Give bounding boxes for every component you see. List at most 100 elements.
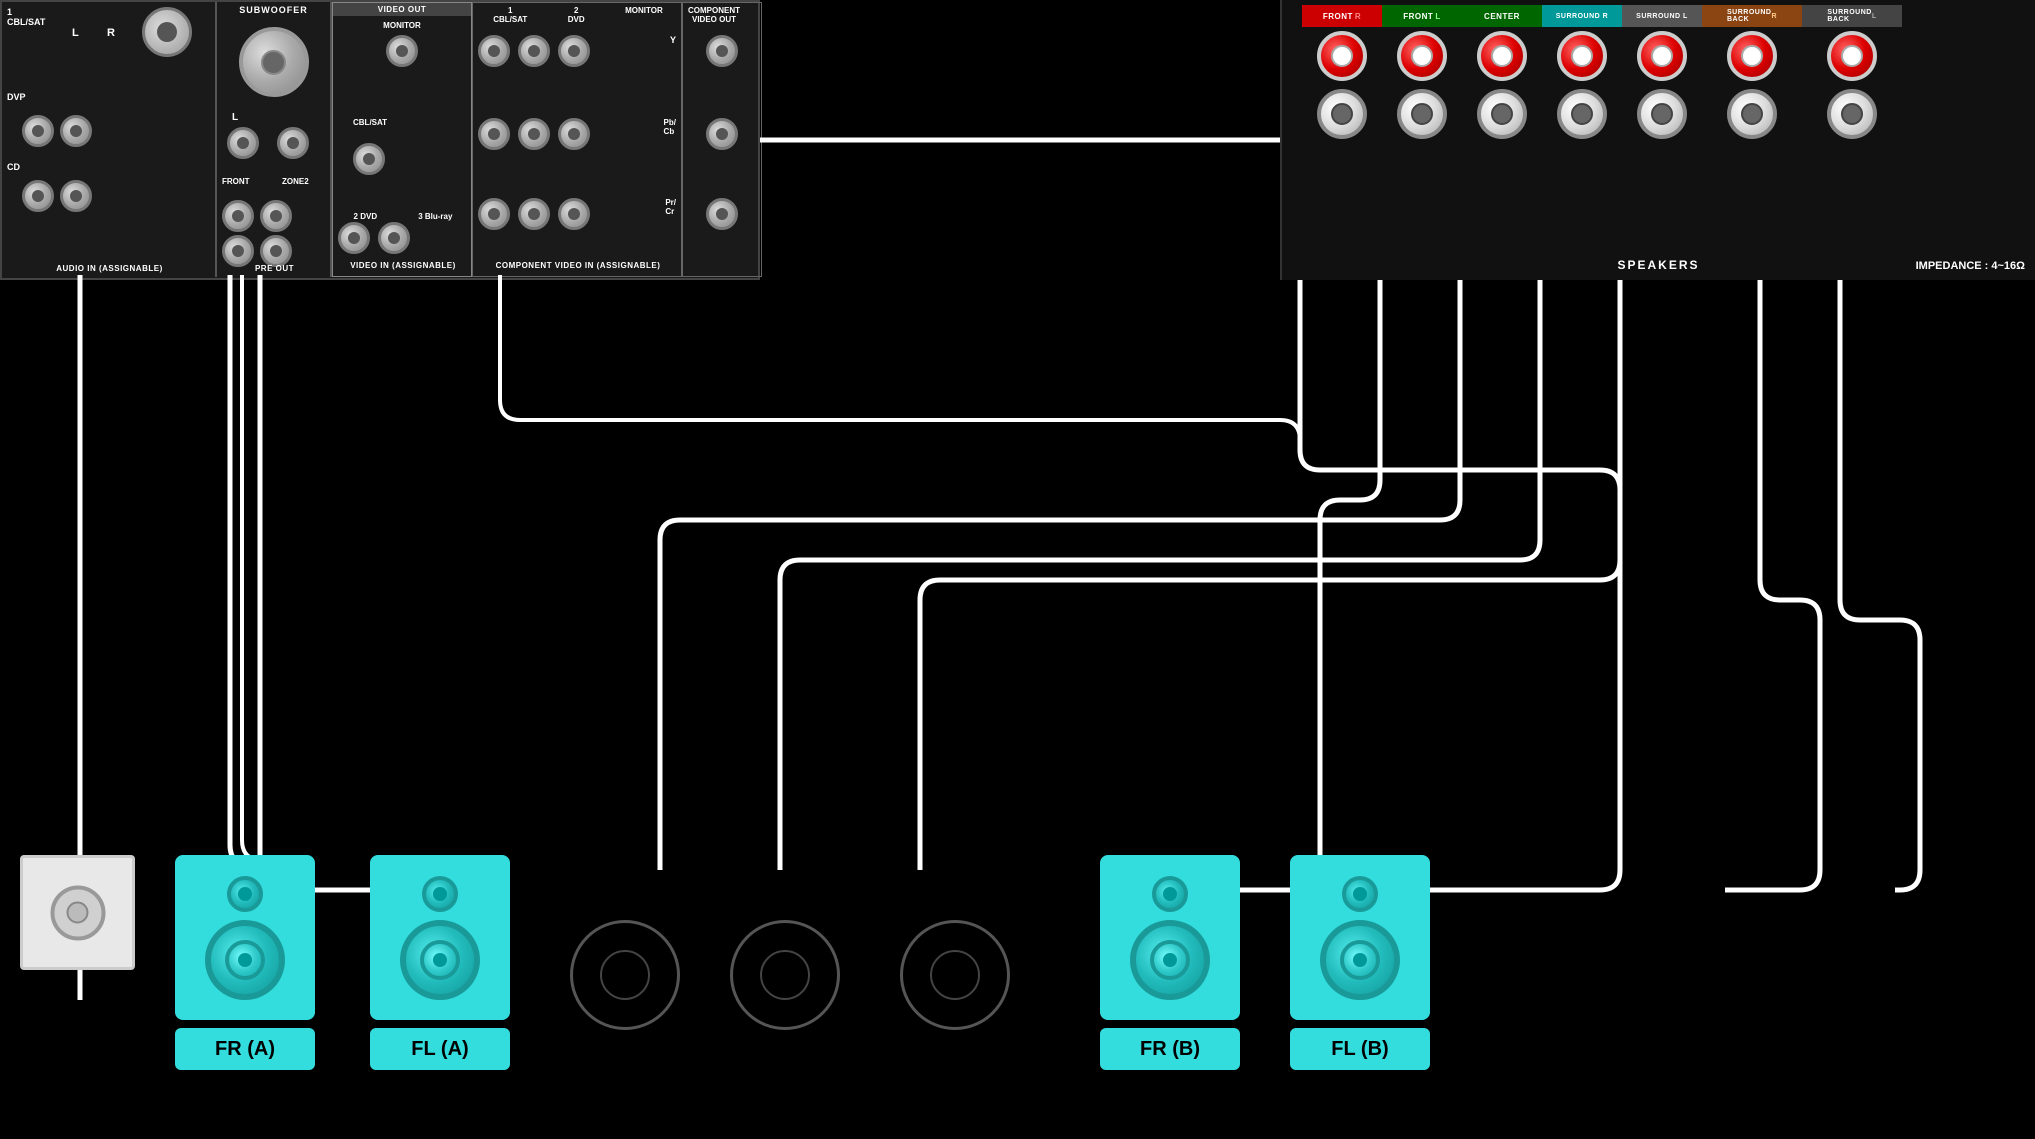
front-r-knob-white bbox=[1317, 89, 1367, 139]
rca-1 bbox=[22, 115, 54, 147]
bluray-label: 3 Blu-ray bbox=[418, 212, 452, 221]
surround-l-label: SURROUND L bbox=[1622, 5, 1702, 27]
speaker-fr-b-body bbox=[1100, 855, 1240, 1020]
comp-out-pr bbox=[706, 198, 738, 230]
dvd-header: 2DVD bbox=[568, 6, 585, 24]
dvd-label: 2 DVD bbox=[354, 212, 378, 221]
cbl-sat-video-label: CBL/SAT bbox=[353, 118, 387, 127]
comp-out-header: COMPONENTVIDEO OUT bbox=[688, 6, 740, 24]
sub-l-connector bbox=[227, 127, 259, 159]
zone2-label: ZONE2 bbox=[282, 177, 309, 186]
ghost-center-speaker bbox=[570, 920, 680, 1030]
cd-label: CD bbox=[7, 162, 20, 172]
terminal-col-surround-back-l: SURROUNDBACK L bbox=[1802, 5, 1902, 143]
terminal-col-surround-back-r: SURROUNDBACK R bbox=[1702, 5, 1802, 143]
left-label: L bbox=[72, 27, 79, 39]
speaker-fr-b-label-box: FR (B) bbox=[1100, 1028, 1240, 1070]
terminal-col-front-l: FRONT L bbox=[1382, 5, 1462, 143]
video-in-label: VIDEO IN (ASSIGNABLE) bbox=[333, 261, 473, 270]
component-video-out-section: COMPONENTVIDEO OUT bbox=[682, 2, 762, 277]
rca-3 bbox=[22, 180, 54, 212]
speaker-fr-a-body bbox=[175, 855, 315, 1020]
surround-r-knob-red bbox=[1557, 31, 1607, 81]
dvd-bluray-connectors bbox=[338, 222, 410, 254]
surround-back-l-label: SURROUNDBACK L bbox=[1802, 5, 1902, 27]
center-label: CENTER bbox=[1462, 5, 1542, 27]
speaker-fr-b-label: FR (B) bbox=[1140, 1038, 1200, 1061]
surround-r-knob-white bbox=[1557, 89, 1607, 139]
woofer-fl-b bbox=[1320, 920, 1400, 1000]
audio-in-label: AUDIO IN (ASSIGNABLE) bbox=[7, 264, 212, 273]
front-l-knob-red bbox=[1397, 31, 1447, 81]
terminal-col-center: CENTER bbox=[1462, 5, 1542, 143]
terminal-col-surround-l: SURROUND L bbox=[1622, 5, 1702, 143]
component-headers: 1CBL/SAT 2DVD MONITOR bbox=[473, 6, 683, 24]
pr-connectors bbox=[478, 198, 590, 230]
surround-back-l-knob-white bbox=[1827, 89, 1877, 139]
surround-back-r-knob-white bbox=[1727, 89, 1777, 139]
speaker-fl-b-label: FL (B) bbox=[1331, 1038, 1388, 1061]
woofer-fr-b bbox=[1130, 920, 1210, 1000]
front-r-knob-red bbox=[1317, 31, 1367, 81]
speaker-fl-a-label-box: FL (A) bbox=[370, 1028, 510, 1070]
surround-l-knob-red bbox=[1637, 31, 1687, 81]
rca-4 bbox=[60, 180, 92, 212]
impedance-label: IMPEDANCE : 4~16Ω bbox=[1916, 260, 2025, 272]
coax-connector-area bbox=[142, 7, 202, 67]
zone2-r bbox=[260, 235, 292, 267]
speaker-fr-a-label-box: FR (A) bbox=[175, 1028, 315, 1070]
surround-l-knob-white bbox=[1637, 89, 1687, 139]
ghost-surround-l-speaker bbox=[900, 920, 1010, 1030]
receiver-panel: 1CBL/SAT L R DVP CD AUDIO IN (ASSIGNABLE… bbox=[0, 0, 760, 280]
subwoofer-box bbox=[20, 855, 135, 970]
surround-back-l-knob-red bbox=[1827, 31, 1877, 81]
sub-r-connector bbox=[277, 127, 309, 159]
front-r-label: FRONT R bbox=[1302, 5, 1382, 27]
zone2-l bbox=[260, 200, 292, 232]
speakers-label: SPEAKERS bbox=[1617, 258, 1699, 272]
speaker-fr-b-container: FR (B) bbox=[1100, 855, 1240, 1070]
speaker-fl-b-label-box: FL (B) bbox=[1290, 1028, 1430, 1070]
subwoofer-connector bbox=[239, 27, 309, 97]
terminal-col-surround-r: SURROUND R bbox=[1542, 5, 1622, 143]
pre-out-label: PRE OUT bbox=[217, 264, 332, 273]
tweeter-fl-a bbox=[422, 876, 458, 912]
front-preout-l bbox=[222, 200, 254, 232]
woofer-fr-a bbox=[205, 920, 285, 1000]
tweeter-fl-b bbox=[1342, 876, 1378, 912]
tweeter-fr-b bbox=[1152, 876, 1188, 912]
terminal-col-front-r: FRONT R bbox=[1302, 5, 1382, 143]
speaker-terminals-panel: FRONT R FRONT L CENTER SURROUND R bbox=[1280, 0, 2035, 280]
surround-r-label: SURROUND R bbox=[1542, 5, 1622, 27]
speaker-fl-b-body bbox=[1290, 855, 1430, 1020]
front-l-knob-white bbox=[1397, 89, 1447, 139]
dvd-bluray-labels: 2 DVD 3 Blu-ray bbox=[333, 212, 473, 221]
pr-label: Pr/Cr bbox=[665, 198, 676, 216]
audio-in-section: 1CBL/SAT L R DVP CD AUDIO IN (ASSIGNABLE… bbox=[2, 2, 217, 277]
subwoofer-label: SUBWOOFER bbox=[217, 2, 330, 18]
pb-connectors bbox=[478, 118, 590, 150]
pb-label: Pb/Cb bbox=[664, 118, 676, 136]
monitor-video-connector bbox=[386, 35, 418, 67]
front-preout-r bbox=[222, 235, 254, 267]
cbl-sat-label: 1CBL/SAT bbox=[7, 7, 45, 27]
monitor-header: MONITOR bbox=[625, 6, 663, 24]
surround-back-r-label: SURROUNDBACK R bbox=[1702, 5, 1802, 27]
video-out-label: VIDEO OUT bbox=[333, 3, 471, 16]
rca-2 bbox=[60, 115, 92, 147]
cblsat-video-connector bbox=[353, 143, 385, 175]
subwoofer-driver bbox=[50, 885, 105, 940]
speaker-fl-a-body bbox=[370, 855, 510, 1020]
surround-back-r-knob-red bbox=[1727, 31, 1777, 81]
woofer-fl-a bbox=[400, 920, 480, 1000]
ghost-surround-r-speaker bbox=[730, 920, 840, 1030]
sub-l-label: L bbox=[232, 112, 238, 123]
y-label: Y bbox=[670, 35, 676, 45]
front-preout-label: FRONT bbox=[222, 177, 250, 186]
video-out-section: VIDEO OUT MONITOR CBL/SAT 2 DVD 3 Blu-ra… bbox=[332, 2, 472, 277]
right-label-audio: R bbox=[107, 27, 115, 39]
speaker-fr-a-container: FR (A) bbox=[175, 855, 315, 1070]
speaker-fl-a-label: FL (A) bbox=[411, 1038, 468, 1061]
monitor-label: MONITOR bbox=[383, 21, 421, 30]
front-l-label: FRONT L bbox=[1382, 5, 1462, 27]
